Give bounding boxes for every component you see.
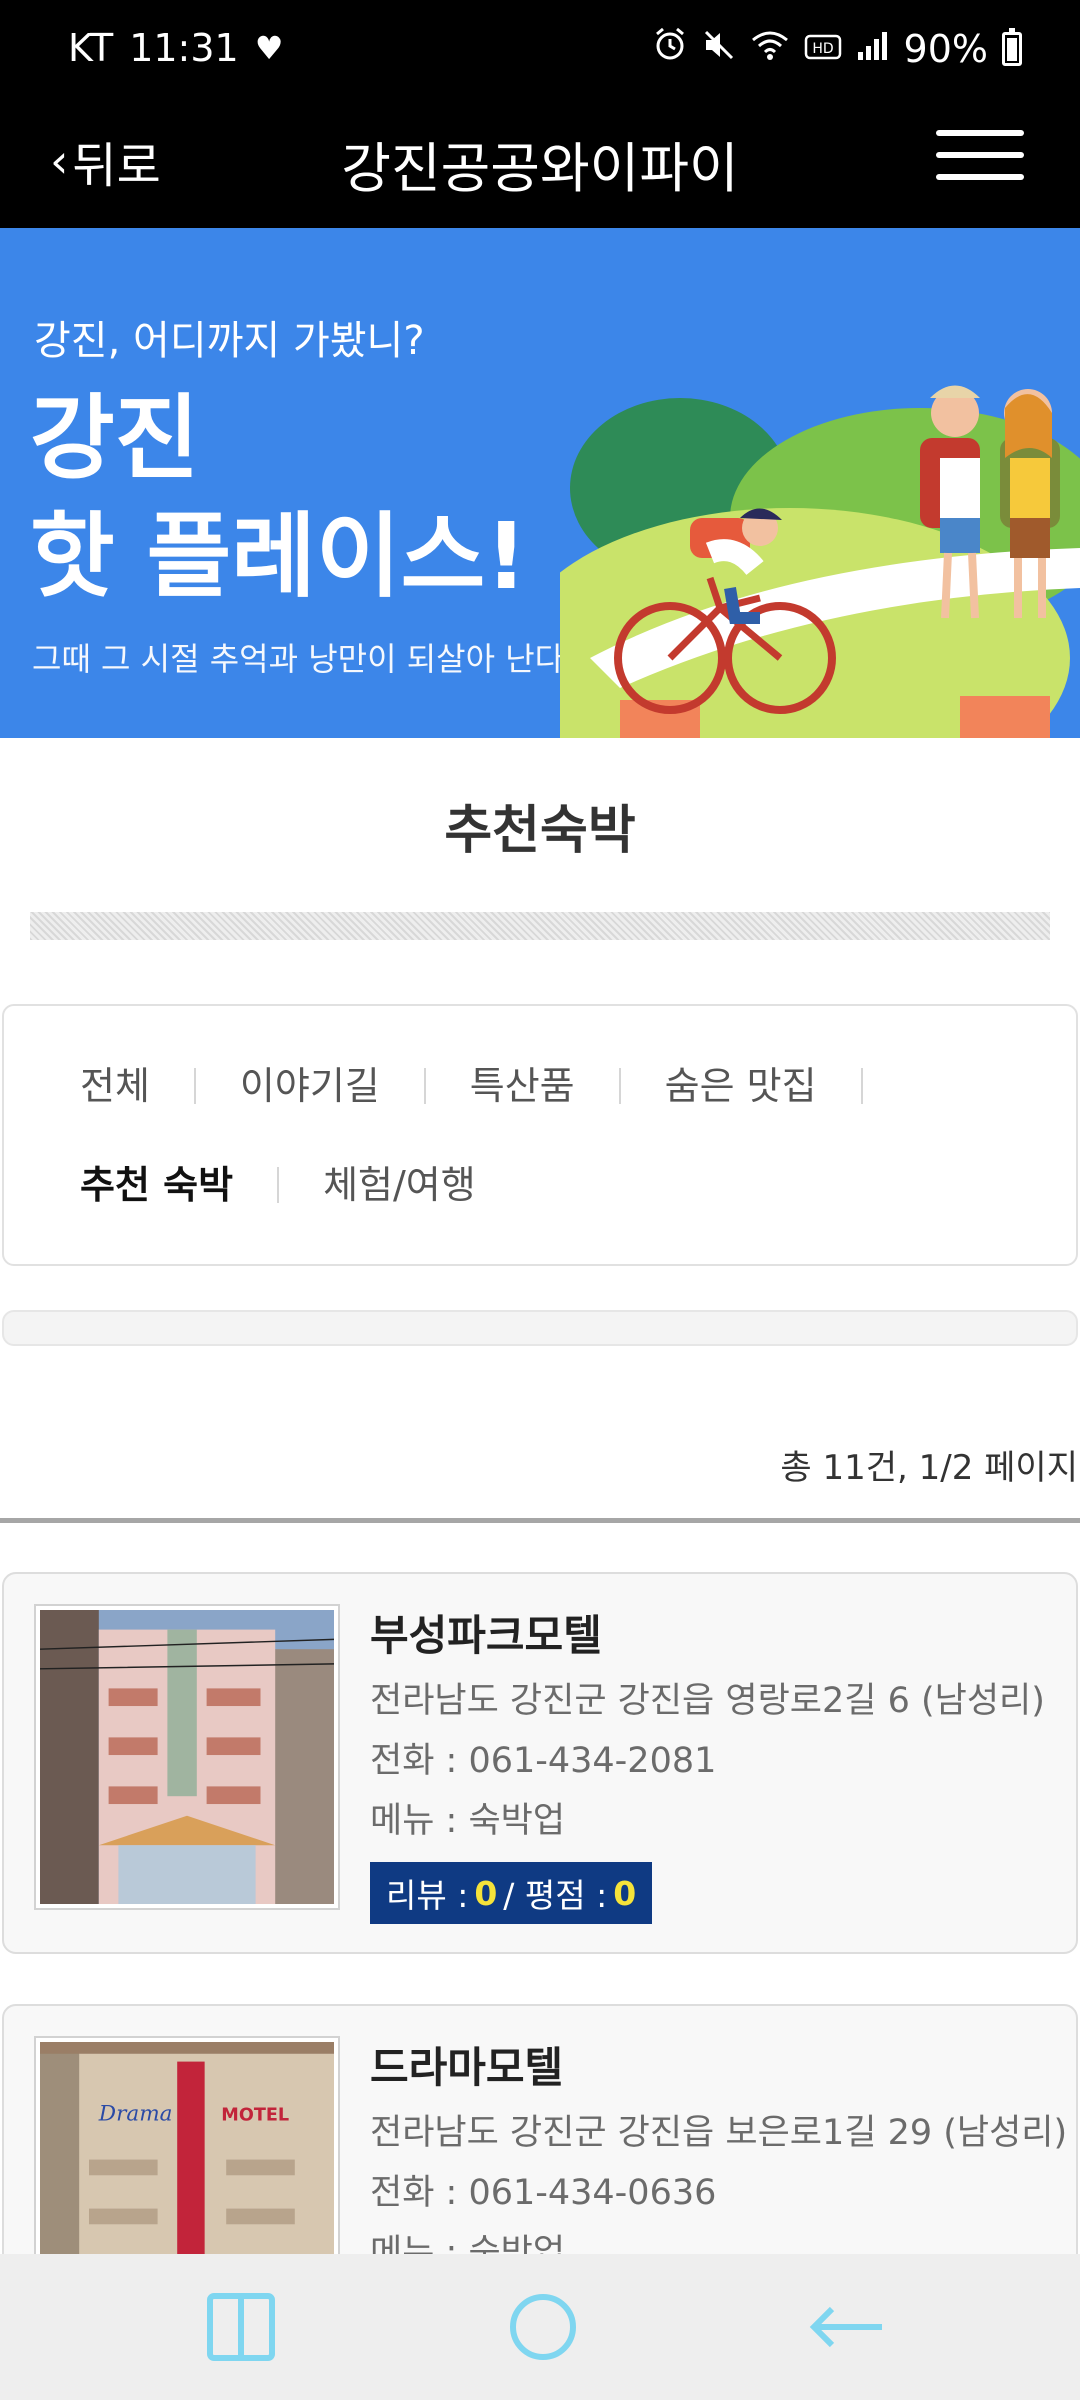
banner-headline: 강진 핫 플레이스! xyxy=(30,380,527,616)
heart-icon: ♥ xyxy=(254,29,284,67)
listing-menu: 메뉴 : 숙박업 xyxy=(370,1801,566,1841)
banner-headline-line1: 강진 xyxy=(30,385,200,492)
rating-label: / 평점 : xyxy=(503,1876,608,1915)
category-recommended-lodging[interactable]: 추천 숙박 xyxy=(4,1161,277,1209)
page-title: 강진공공와이파이 xyxy=(341,137,739,200)
hatch-divider xyxy=(30,912,1050,940)
listing-name[interactable]: 부성파크모텔 xyxy=(370,1602,602,1663)
category-separator xyxy=(860,1068,863,1104)
listing-phone[interactable]: 전화 : 061-434-2081 xyxy=(370,1732,716,1783)
battery-percent: 90% xyxy=(903,26,988,71)
recent-apps-icon[interactable] xyxy=(196,2282,286,2372)
listing-address: 전라남도 강진군 강진읍 보은로1길 29 (남성리) xyxy=(370,2113,1068,2153)
app-header: ‹ 뒤로 강진공공와이파이 xyxy=(0,96,1080,228)
list-divider xyxy=(0,1518,1080,1523)
category-all[interactable]: 전체 xyxy=(4,1062,194,1110)
review-label: 리뷰 : xyxy=(386,1876,469,1915)
wifi-icon xyxy=(750,27,790,71)
carrier: KT xyxy=(68,26,114,70)
promo-banner[interactable]: 강진, 어디까지 가봤니? 강진 핫 플레이스! 그때 그 시절 추억과 낭만이… xyxy=(0,228,1080,738)
listing-address: 전라남도 강진군 강진읍 영랑로2길 6 (남성리) xyxy=(370,1681,1045,1721)
banner-illustration xyxy=(560,385,1080,738)
home-icon[interactable] xyxy=(498,2282,588,2372)
category-box: 전체 이야기길 특산품 숨은 맛집 추천 숙박 체험/여행 xyxy=(2,1004,1078,1266)
clock: 11:31 xyxy=(129,26,239,70)
svg-text:HD: HD xyxy=(812,41,833,57)
rating-value: 0 xyxy=(613,1873,637,1913)
screen: KT 11:31 ♥ HD 90% ‹ 뒤로 강진공공와이파이 강진, 어디까지… xyxy=(0,0,1080,2400)
category-row: 전체 이야기길 특산품 숨은 맛집 xyxy=(4,1062,863,1110)
hamburger-menu-icon[interactable] xyxy=(936,130,1024,186)
banner-question: 강진, 어디까지 가봤니? xyxy=(34,318,425,364)
listing-name[interactable]: 드라마모텔 xyxy=(370,2034,563,2095)
category-story-trail[interactable]: 이야기길 xyxy=(196,1062,424,1110)
mute-icon xyxy=(702,27,736,71)
listing-card[interactable]: 부성파크모텔 전라남도 강진군 강진읍 영랑로2길 6 (남성리) 전화 : 0… xyxy=(2,1572,1078,1954)
search-bar-placeholder xyxy=(2,1310,1078,1346)
review-count: 0 xyxy=(474,1873,498,1913)
review-badge: 리뷰 : 0 / 평점 : 0 xyxy=(370,1862,653,1924)
svg-text:Drama: Drama xyxy=(98,2101,173,2126)
banner-headline-line2: 핫 플레이스! xyxy=(30,503,528,610)
hd-icon: HD xyxy=(804,27,842,71)
listing-phone[interactable]: 전화 : 061-434-0636 xyxy=(370,2164,716,2215)
svg-text:MOTEL: MOTEL xyxy=(221,2105,289,2125)
category-hidden-restaurants[interactable]: 숨은 맛집 xyxy=(621,1062,861,1110)
banner-subtitle: 그때 그 시절 추억과 낭만이 되살아 난다. xyxy=(32,640,575,678)
list-total-info: 총 11건, 1/2 페이지 xyxy=(780,1448,1078,1488)
category-row: 추천 숙박 체험/여행 xyxy=(4,1161,520,1209)
battery-icon xyxy=(1002,27,1022,66)
category-experience-travel[interactable]: 체험/여행 xyxy=(279,1161,520,1209)
alarm-icon xyxy=(652,26,688,71)
category-specialty[interactable]: 특산품 xyxy=(426,1062,619,1110)
system-nav-bar xyxy=(0,2254,1080,2400)
back-arrow-icon[interactable] xyxy=(802,2282,892,2372)
section-title: 추천숙박 xyxy=(444,801,636,861)
signal-icon xyxy=(856,27,890,71)
status-bar: KT 11:31 ♥ HD 90% xyxy=(0,0,1080,96)
listing-photo xyxy=(34,1604,340,1910)
